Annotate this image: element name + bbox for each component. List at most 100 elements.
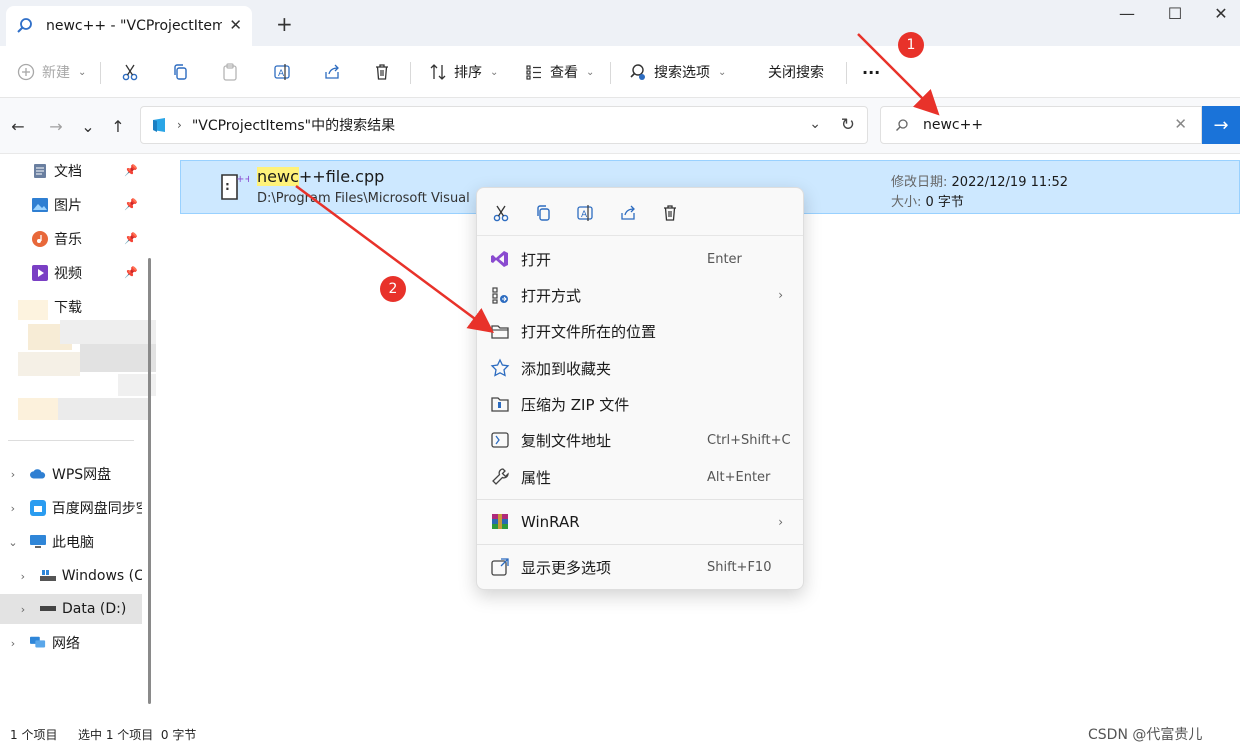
search-options-label: 搜索选项: [654, 65, 710, 81]
sort-button[interactable]: 排序 ⌄: [428, 58, 498, 86]
view-button[interactable]: 查看 ⌄: [524, 58, 594, 86]
more-icon[interactable]: ···: [862, 58, 880, 86]
item-count: 1 个项目: [10, 728, 58, 742]
minimize-icon[interactable]: —: [1104, 4, 1150, 24]
computer-icon: [30, 534, 46, 550]
open-with-icon: [489, 284, 511, 306]
svg-text:++: ++: [236, 174, 249, 185]
search-match-highlight: newc: [257, 167, 299, 186]
plus-circle-icon: [17, 63, 35, 81]
sidebar-item-baidu-sync[interactable]: › 百度网盘同步空: [0, 493, 142, 523]
pin-icon: 📌: [124, 198, 138, 211]
clipboard-icon: [223, 63, 237, 81]
sidebar-scrollbar[interactable]: [148, 258, 151, 704]
expand-chevron-icon[interactable]: ›: [16, 570, 30, 583]
chevron-down-icon: ⌄: [78, 66, 87, 78]
menu-item-label: 复制文件地址: [521, 431, 612, 450]
close-search-button[interactable]: 关闭搜索: [768, 58, 824, 86]
new-label: 新建: [42, 65, 70, 81]
maximize-icon[interactable]: ☐: [1152, 4, 1198, 24]
copy-button[interactable]: [170, 58, 190, 86]
sidebar-item-pictures[interactable]: 图片 📌: [0, 190, 142, 220]
context-rename-button[interactable]: A: [572, 200, 598, 226]
sidebar-item-this-pc[interactable]: ⌄ 此电脑: [0, 527, 142, 557]
menu-item-label: 属性: [521, 468, 552, 487]
music-icon: [32, 231, 48, 247]
menu-item-open-with[interactable]: 打开方式 ›: [481, 278, 799, 312]
sidebar-item-windows-c[interactable]: › Windows (C:): [0, 561, 142, 591]
search-options-button[interactable]: 搜索选项 ⌄: [628, 58, 726, 86]
file-name: newc++file.cpp: [257, 167, 384, 186]
rename-icon: A: [274, 64, 290, 80]
delete-button[interactable]: [372, 58, 392, 86]
menu-item-add-to-favorites[interactable]: 添加到收藏夹: [481, 351, 799, 385]
copy-icon: [537, 205, 550, 221]
sidebar-item-documents[interactable]: 文档 📌: [0, 156, 142, 186]
submenu-chevron-icon: ›: [778, 515, 783, 529]
cloud-icon: [30, 466, 46, 482]
title-bar: newc++ - "VCProjectItems" ✕ + — ☐ ✕: [0, 0, 1240, 46]
menu-separator: [477, 499, 803, 500]
zip-icon: [489, 393, 511, 415]
file-path: D:\Program Files\Microsoft Visual: [257, 191, 470, 206]
search-go-button[interactable]: →: [1202, 106, 1240, 144]
file-name-rest: ++file.cpp: [298, 167, 385, 186]
forward-icon[interactable]: →: [44, 114, 68, 138]
rename-button[interactable]: A: [272, 58, 292, 86]
context-share-button[interactable]: [615, 200, 641, 226]
sidebar-item-wps-cloud[interactable]: › WPS网盘: [0, 459, 142, 489]
expand-chevron-icon[interactable]: ›: [16, 603, 30, 616]
menu-item-compress-zip[interactable]: 压缩为 ZIP 文件: [481, 387, 799, 421]
annotation-badge-2: 2: [380, 276, 406, 302]
back-icon[interactable]: ←: [6, 114, 30, 138]
sidebar-item-label: 文档: [54, 164, 82, 180]
menu-item-winrar[interactable]: WinRAR ›: [481, 505, 799, 539]
chevron-down-icon: ⌄: [718, 66, 727, 78]
menu-item-show-more-options[interactable]: 显示更多选项 Shift+F10: [481, 550, 799, 584]
breadcrumb[interactable]: "VCProjectItems"中的搜索结果: [192, 115, 395, 135]
expand-chevron-icon[interactable]: ›: [6, 468, 20, 481]
size-label: 大小:: [891, 195, 922, 210]
tab-close-icon[interactable]: ✕: [229, 16, 242, 34]
refresh-icon[interactable]: ↻: [841, 115, 855, 135]
menu-shortcut: Alt+Enter: [707, 469, 771, 485]
blurred-region: [18, 300, 156, 424]
menu-item-open[interactable]: 打开 Enter: [481, 242, 799, 276]
sidebar-item-network[interactable]: › 网络: [0, 628, 142, 658]
sidebar-item-videos[interactable]: 视频 📌: [0, 258, 142, 288]
svg-text::: :: [225, 179, 230, 193]
breadcrumb-chevron-icon[interactable]: ›: [177, 118, 182, 132]
close-window-icon[interactable]: ✕: [1198, 4, 1240, 24]
menu-item-properties[interactable]: 属性 Alt+Enter: [481, 460, 799, 494]
expand-chevron-icon[interactable]: ›: [6, 502, 20, 515]
paste-button[interactable]: [220, 58, 240, 86]
address-bar[interactable]: › "VCProjectItems"中的搜索结果 ⌄ ↻: [140, 106, 868, 144]
context-copy-button[interactable]: [530, 200, 556, 226]
navigation-pane: 文档 📌 图片 📌 音乐 📌 视频 📌 下载 › WPS网盘 › 百度网盘同步空…: [0, 154, 160, 722]
search-input[interactable]: newc++ ✕: [880, 106, 1202, 144]
svg-text:A: A: [278, 69, 285, 79]
share-button[interactable]: [322, 58, 342, 86]
clear-search-icon[interactable]: ✕: [1174, 115, 1187, 133]
context-cut-button[interactable]: [488, 200, 514, 226]
sidebar-item-data-d[interactable]: › Data (D:): [0, 594, 142, 624]
scissors-icon: [122, 64, 138, 81]
expand-chevron-icon[interactable]: ›: [6, 637, 20, 650]
sidebar-item-music[interactable]: 音乐 📌: [0, 224, 142, 254]
picture-icon: [32, 197, 48, 213]
collapse-chevron-icon[interactable]: ⌄: [6, 536, 20, 549]
menu-item-open-file-location[interactable]: 打开文件所在的位置: [481, 314, 799, 348]
context-delete-button[interactable]: [657, 200, 683, 226]
tab-title: newc++ - "VCProjectItems": [46, 18, 222, 34]
star-icon: [489, 357, 511, 379]
search-results-icon: [153, 118, 165, 132]
new-tab-icon[interactable]: +: [276, 12, 293, 36]
up-icon[interactable]: ↑: [106, 114, 130, 138]
new-button[interactable]: 新建 ⌄: [16, 58, 86, 86]
address-dropdown-icon[interactable]: ⌄: [809, 116, 821, 132]
menu-item-copy-path[interactable]: 复制文件地址 Ctrl+Shift+C: [481, 423, 799, 457]
recent-locations-icon[interactable]: ⌄: [76, 114, 100, 138]
sort-label: 排序: [454, 65, 482, 81]
cut-button[interactable]: [120, 58, 140, 86]
active-tab[interactable]: newc++ - "VCProjectItems" ✕: [6, 6, 252, 46]
